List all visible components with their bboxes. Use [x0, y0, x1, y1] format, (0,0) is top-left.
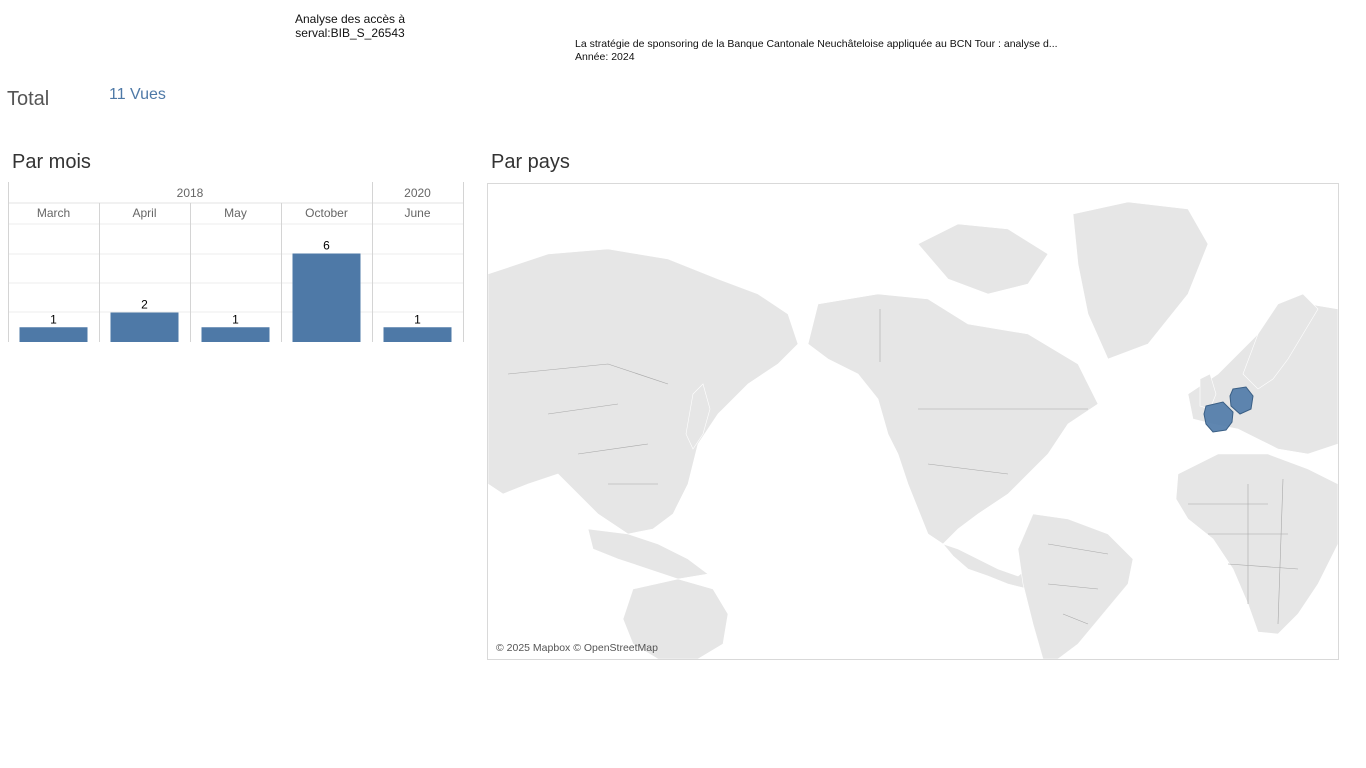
bar-march — [19, 327, 88, 342]
title-line-1: Analyse des accès à — [294, 12, 406, 26]
year-label-2020: 2020 — [404, 186, 431, 200]
world-map-svg — [488, 201, 1338, 659]
country-map[interactable]: © 2025 Mapbox © OpenStreetMap — [487, 183, 1339, 660]
dashboard-title: Analyse des accès à serval:BIB_S_26543 — [270, 12, 430, 40]
countries-section-title: Par pays — [491, 151, 570, 173]
month-label-june: June — [404, 206, 430, 220]
southeast-asia-islands-shape — [587, 528, 709, 580]
document-title[interactable]: La stratégie de sponsoring de la Banque … — [575, 38, 1058, 51]
greenland-shape — [1072, 201, 1209, 360]
bar-october — [292, 253, 361, 342]
total-views[interactable]: 11 Vues — [109, 86, 166, 104]
asia-left-shape — [488, 248, 799, 535]
month-label-march: March — [37, 206, 70, 220]
north-america-shape — [807, 293, 1099, 545]
document-year: Année: 2024 — [575, 51, 635, 63]
monthly-bar-chart: 2018 2020 March 1 April 2 May 1 October 6 June 1 — [8, 182, 464, 344]
document-info: La stratégie de sponsoring de la Banque … — [575, 38, 1058, 64]
bar-chart-svg: 2018 2020 March 1 April 2 May 1 October 6 June 1 — [8, 182, 464, 342]
total-label: Total — [7, 88, 50, 110]
value-label-march: 1 — [50, 312, 57, 326]
month-label-october: October — [305, 206, 348, 220]
value-label-april: 2 — [141, 298, 148, 312]
value-label-june: 1 — [414, 312, 421, 326]
bar-june — [383, 327, 452, 342]
year-label-2018: 2018 — [177, 186, 204, 200]
value-label-may: 1 — [232, 312, 239, 326]
arctic-islands-shape — [917, 223, 1049, 295]
month-label-may: May — [224, 206, 247, 220]
month-label-april: April — [132, 206, 156, 220]
bar-may — [201, 327, 270, 342]
value-label-october: 6 — [323, 239, 330, 253]
bar-april — [110, 312, 179, 342]
months-section-title: Par mois — [12, 151, 91, 173]
map-attribution[interactable]: © 2025 Mapbox © OpenStreetMap — [496, 642, 658, 654]
africa-shape — [1175, 453, 1338, 635]
title-line-2: serval:BIB_S_26543 — [295, 26, 405, 40]
